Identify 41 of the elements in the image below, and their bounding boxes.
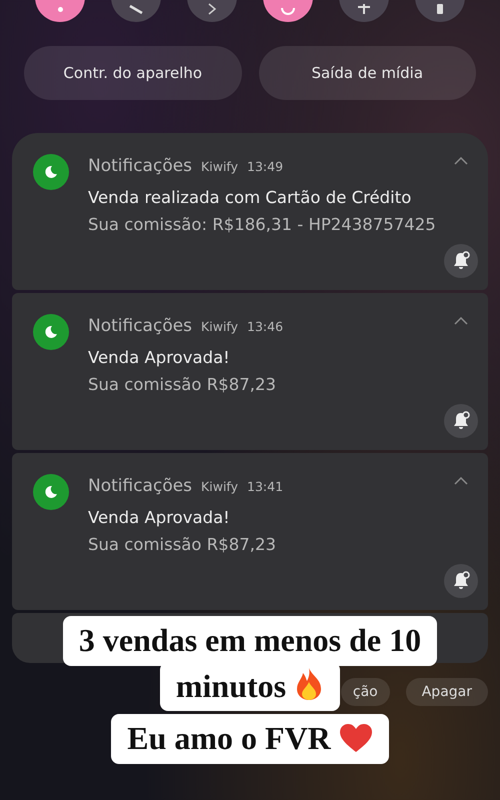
caption-text: minutos — [176, 668, 286, 704]
timestamp: 13:49 — [247, 158, 284, 176]
app-icon — [33, 154, 69, 190]
collapse-icon[interactable] — [454, 477, 468, 485]
caption-text: Eu amo o FVR — [127, 720, 331, 756]
notification-title: Venda Aprovada! — [88, 346, 231, 368]
collapse-icon[interactable] — [454, 157, 468, 165]
panel-button[interactable]: Saída de mídia — [258, 46, 476, 100]
notification-card[interactable]: Notificações Kiwify 13:46 Venda Aprovada! Sua comissão R$87,23 — [12, 293, 488, 450]
source-label: Kiwify — [201, 318, 238, 336]
collapse-icon[interactable] — [454, 317, 468, 325]
notification-body: Sua comissão R$87,23 — [88, 534, 277, 556]
footer-button[interactable]: Apagar — [406, 678, 488, 706]
dot-icon — [58, 7, 62, 12]
notification-body: Sua comissão: R$186,31 - HP2438757425 — [88, 214, 437, 236]
app-name: Notificações — [88, 315, 192, 338]
bell-button[interactable] — [444, 404, 478, 438]
notification-body: Sua comissão R$87,23 — [88, 374, 277, 396]
app-icon — [33, 314, 69, 350]
notification-card[interactable]: Notificações Kiwify 13:41 Venda Aprovada! Sua comissão R$87,23 — [12, 453, 488, 610]
source-label: Kiwify — [201, 158, 238, 176]
bell-icon — [452, 251, 470, 271]
app-name: Notificações — [88, 475, 192, 498]
caption-text: 3 vendas em menos de 10 — [78, 622, 422, 658]
bell-icon — [452, 411, 470, 431]
bell-button[interactable] — [444, 564, 478, 598]
slash-icon — [128, 2, 144, 16]
bell-icon — [452, 571, 470, 591]
app-icon — [33, 474, 69, 510]
app-name: Notificações — [88, 155, 192, 178]
timestamp: 13:46 — [247, 318, 284, 336]
cross-icon — [356, 2, 372, 16]
notification-title: Venda Aprovada! — [88, 506, 231, 528]
panel-button[interactable]: Contr. do aparelho — [24, 46, 242, 100]
heart-icon — [338, 723, 373, 753]
bell-button[interactable] — [444, 244, 478, 278]
footer-button[interactable]: ção — [340, 678, 390, 706]
source-label: Kiwify — [201, 478, 238, 496]
notification-card[interactable]: Notificações Kiwify 13:49 Venda realizada com Cartão de Crédito Sua comissão: R$186,31 - HP2438757425 — [12, 133, 488, 290]
notification-title: Venda realizada com Cartão de Crédito — [88, 186, 412, 208]
timestamp: 13:41 — [247, 478, 284, 496]
